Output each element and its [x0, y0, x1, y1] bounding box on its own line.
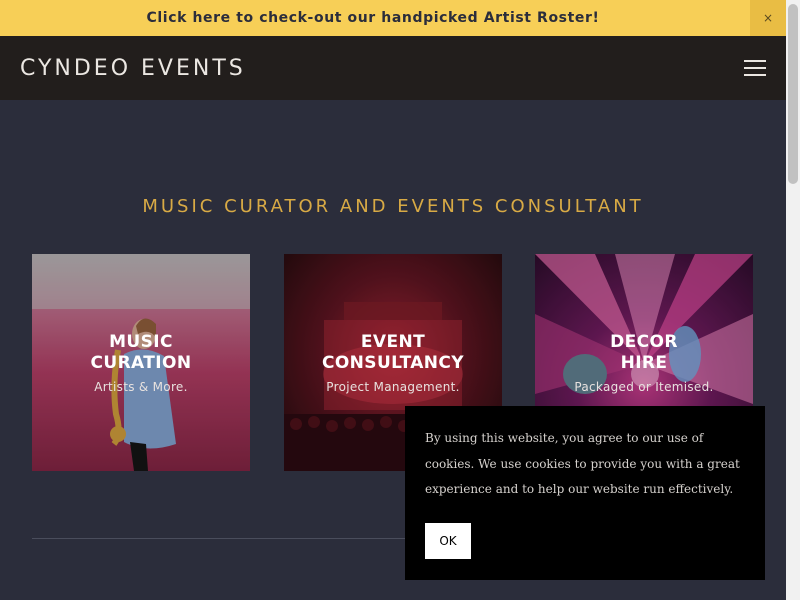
- hero-tagline: MUSIC CURATOR AND EVENTS CONSULTANT: [142, 196, 644, 217]
- page-scrollbar[interactable]: [786, 0, 800, 600]
- announcement-link[interactable]: Click here to check-out our handpicked A…: [147, 10, 600, 26]
- card-title: DECOR HIRE: [610, 331, 678, 373]
- card-subtitle: Project Management.: [326, 379, 460, 394]
- cookie-message: By using this website, you agree to our …: [425, 431, 740, 496]
- site-logo[interactable]: CYNDEO EVENTS: [20, 56, 246, 81]
- cookie-ok-button[interactable]: OK: [425, 523, 471, 559]
- card-subtitle: Artists & More.: [94, 379, 188, 394]
- hamburger-menu-icon[interactable]: [744, 60, 766, 76]
- scrollbar-thumb[interactable]: [788, 4, 798, 184]
- cookie-consent-banner: By using this website, you agree to our …: [405, 406, 765, 580]
- announcement-bar[interactable]: Click here to check-out our handpicked A…: [0, 0, 786, 36]
- card-title: MUSIC CURATION: [90, 331, 192, 373]
- site-header: CYNDEO EVENTS: [0, 36, 786, 100]
- card-subtitle: Packaged or Itemised.: [574, 379, 714, 394]
- service-card-music-curation[interactable]: MUSIC CURATION Artists & More.: [32, 254, 250, 471]
- card-title: EVENT CONSULTANCY: [321, 331, 465, 373]
- close-icon: ×: [762, 11, 774, 25]
- close-announcement-button[interactable]: ×: [750, 0, 786, 36]
